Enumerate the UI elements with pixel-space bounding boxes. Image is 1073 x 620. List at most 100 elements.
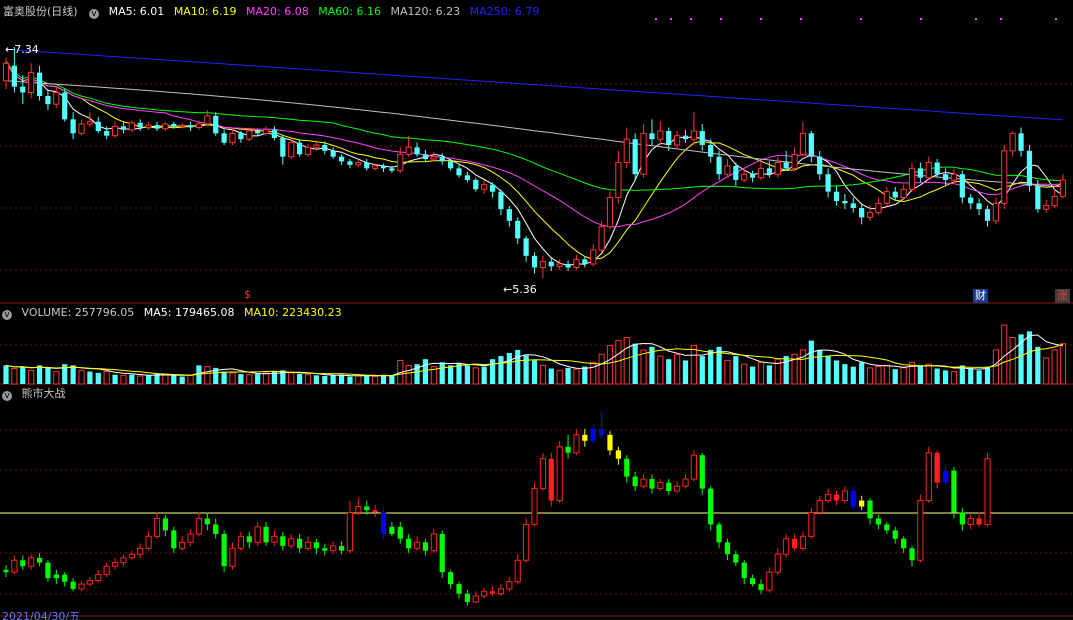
candle-body: [36, 72, 43, 96]
candle-body: [825, 174, 831, 192]
stock-name: 富奥股份(日线): [3, 5, 78, 18]
volume-bar: [288, 372, 295, 385]
candle-body: [1026, 150, 1033, 186]
candle-body: [128, 122, 135, 131]
ma120-value: MA120: 6.23: [390, 5, 461, 18]
candle-body: [724, 165, 731, 175]
candle-body: [657, 130, 664, 140]
indicator-candle: [229, 547, 236, 567]
candle-body: [372, 165, 379, 169]
indicator-candle: [590, 428, 596, 441]
indicator-candle: [682, 478, 689, 487]
indicator-candle: [313, 542, 319, 549]
candle-body: [1035, 185, 1041, 210]
candle-body: [573, 258, 580, 269]
ma250-line: [5, 48, 1064, 121]
volume-bar: [70, 365, 76, 384]
candle-body: [20, 86, 26, 93]
finance-badge[interactable]: 财: [973, 289, 988, 303]
indicator-candle: [741, 562, 747, 579]
indicator-candle: [364, 506, 370, 511]
event-marker: [1055, 18, 1057, 20]
indicator-candle: [304, 541, 312, 549]
candle-body: [716, 156, 722, 175]
indicator-candle: [565, 446, 571, 453]
candle-body: [1001, 150, 1008, 204]
ma60-value: MA60: 6.16: [318, 5, 381, 18]
event-marker: [920, 18, 922, 20]
indicator-candle: [137, 547, 144, 555]
ma5-value: MA5: 6.01: [108, 5, 165, 18]
indicator-candle: [179, 541, 186, 549]
candle-body: [238, 133, 244, 140]
ma120-line: [5, 80, 1064, 188]
candle-body: [892, 191, 898, 198]
volume-bar: [171, 375, 177, 384]
low-price-value: 5.36: [512, 283, 537, 296]
indicator-candle: [850, 490, 856, 507]
volume-bar: [623, 337, 630, 385]
candle-body: [330, 150, 336, 157]
volume-bar: [364, 375, 370, 384]
indicator-candle: [657, 482, 664, 490]
candle-body: [95, 121, 101, 131]
indicator-candle: [472, 595, 479, 603]
volume-bar: [405, 364, 412, 385]
date-label: 2021/04/30/五: [2, 611, 81, 620]
volume-bar: [674, 353, 681, 385]
indicator-candle: [892, 530, 898, 539]
volume-bar: [976, 370, 982, 384]
candle-body: [959, 174, 965, 198]
candle-body: [246, 130, 253, 140]
volume-bar: [78, 369, 85, 385]
indicator-candle: [791, 538, 798, 549]
event-marker: [720, 18, 722, 20]
indicator-candle: [397, 526, 403, 539]
indicator-candle: [867, 500, 873, 519]
candle-body: [976, 203, 982, 210]
indicator-candle: [422, 542, 429, 551]
candle-body: [750, 174, 756, 178]
indicator-candle: [875, 518, 882, 525]
candle-body: [364, 162, 370, 169]
candle-body: [221, 133, 227, 143]
candle-body: [86, 121, 93, 125]
candle-body: [900, 188, 907, 198]
volume-bar: [95, 372, 101, 384]
indicator-candle: [708, 488, 714, 525]
candle-body: [104, 131, 110, 136]
volume-bar: [757, 361, 765, 385]
candle-body: [145, 124, 152, 128]
chevron-down-icon[interactable]: v: [2, 310, 12, 320]
candle-body: [489, 184, 496, 192]
candle-body: [766, 168, 772, 175]
candle-body: [623, 138, 630, 164]
volume-bar: [825, 356, 831, 384]
volume-bar: [313, 375, 319, 384]
candle-body: [11, 65, 17, 87]
indicator-candle: [799, 535, 807, 549]
indicator-candle: [346, 511, 354, 552]
indicator-candle: [62, 574, 68, 582]
indicator-candle: [615, 450, 621, 459]
indicator-candle: [514, 559, 521, 583]
ma250-value: MA250: 6.79: [469, 5, 540, 18]
indicator-candle: [145, 535, 152, 549]
volume-bar: [229, 372, 236, 385]
indicator-candle: [984, 458, 991, 525]
chevron-down-icon[interactable]: v: [2, 391, 12, 401]
indicator-candle: [204, 518, 210, 525]
chevron-down-icon[interactable]: v: [89, 9, 100, 19]
rise-badge[interactable]: 涨: [1055, 289, 1070, 303]
dividend-marker[interactable]: $: [244, 289, 251, 301]
volume-bar: [146, 375, 152, 384]
candle-body: [582, 259, 588, 264]
ma10-line: [5, 63, 1064, 260]
volume-bar: [950, 371, 958, 385]
indicator-candle: [86, 580, 93, 585]
candle-body: [950, 173, 958, 181]
indicator-candle: [825, 494, 832, 502]
candle-body: [934, 162, 940, 175]
candle-body: [506, 209, 512, 221]
indicator-candle: [599, 428, 605, 435]
